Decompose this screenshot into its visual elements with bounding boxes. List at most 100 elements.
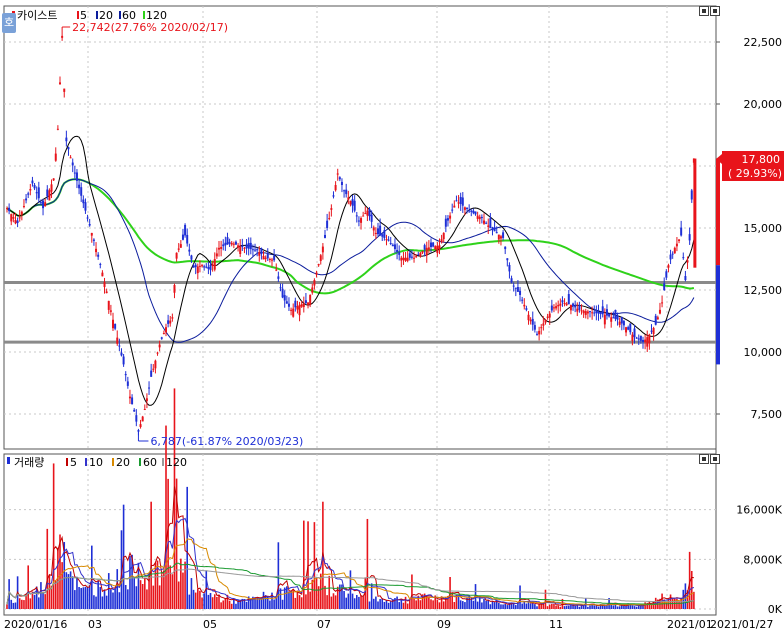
- candle-body: [436, 245, 439, 254]
- candle-body: [294, 300, 297, 308]
- candle-body: [406, 257, 409, 261]
- volume-bar: [375, 596, 377, 609]
- low-annotation: 6,787(-61.87% 2020/03/23): [150, 435, 303, 448]
- volume-bar: [71, 576, 74, 609]
- volume-bar: [574, 605, 576, 609]
- candle-body: [603, 314, 606, 325]
- volume-bar: [144, 577, 146, 609]
- volume-bar: [18, 598, 21, 609]
- volume-bar: [105, 595, 108, 609]
- volume-bar: [213, 594, 216, 609]
- volume-bar: [648, 601, 651, 609]
- candle-body: [249, 242, 252, 250]
- candle-body: [625, 327, 628, 333]
- volume-legend-item: 60: [143, 456, 157, 469]
- volume-bar: [578, 606, 581, 609]
- candle-body: [99, 263, 102, 265]
- volume-bar: [504, 603, 506, 609]
- volume-bar: [635, 606, 638, 609]
- volume-bar: [612, 605, 615, 609]
- candle-body: [474, 211, 477, 215]
- x-axis-label: 03: [88, 618, 102, 631]
- candle-body: [616, 315, 619, 320]
- volume-bar: [118, 592, 121, 609]
- volume-bar: [46, 528, 49, 609]
- volume-legend-item: 10: [89, 456, 103, 469]
- price-minimize-button[interactable]: [699, 6, 709, 16]
- candle-body: [472, 210, 475, 214]
- candle-body: [639, 335, 642, 341]
- candle-body: [544, 319, 547, 323]
- volume-bar: [568, 605, 570, 609]
- candle-body: [567, 294, 570, 305]
- candle-body: [353, 200, 356, 211]
- candle-body: [137, 430, 140, 432]
- candle-body: [512, 285, 515, 287]
- volume-bar: [604, 605, 606, 609]
- candle-body: [171, 317, 174, 319]
- candle-body: [419, 252, 422, 257]
- candle-body: [75, 172, 78, 181]
- chart-svg: 22,50020,00017,50015,00012,50010,0007,50…: [3, 5, 784, 631]
- volume-maximize-button[interactable]: [710, 454, 720, 464]
- candle-body: [264, 257, 267, 259]
- volume-bar: [194, 592, 197, 609]
- candle-body: [315, 272, 318, 275]
- volume-bar: [182, 572, 184, 609]
- volume-bar: [430, 599, 432, 609]
- volume-bar: [25, 596, 27, 609]
- candle-body: [273, 255, 276, 261]
- candle-body: [605, 309, 608, 316]
- candle-body: [14, 220, 17, 224]
- x-axis-label: 2021/01/27: [710, 618, 773, 631]
- candle-body: [654, 315, 657, 325]
- candle-body: [152, 368, 155, 370]
- candle-body: [661, 302, 664, 304]
- volume-bar: [476, 601, 479, 609]
- volume-bar: [385, 600, 388, 609]
- volume-minimize-button[interactable]: [699, 454, 709, 464]
- candle-body: [103, 282, 106, 287]
- volume-bar: [171, 574, 174, 609]
- candle-body: [444, 218, 447, 227]
- volume-bar: [379, 599, 381, 609]
- volume-bar: [548, 604, 551, 609]
- last-change-label: ( 29.93%): [728, 167, 782, 180]
- candle-body: [179, 244, 182, 248]
- candle-body: [209, 264, 212, 271]
- candle-body: [143, 409, 146, 411]
- volume-bar: [260, 598, 263, 609]
- volume-bar: [678, 601, 680, 609]
- candle-body: [211, 264, 214, 266]
- candle-body: [497, 234, 500, 240]
- candle-body: [519, 290, 522, 295]
- candle-body: [317, 263, 320, 266]
- candle-body: [61, 35, 64, 38]
- volume-bar: [146, 589, 148, 609]
- volume-bar: [110, 589, 112, 609]
- candle-body: [167, 320, 170, 324]
- candle-body: [319, 255, 322, 262]
- volume-bar: [642, 606, 644, 609]
- volume-bar: [534, 604, 536, 609]
- volume-bar: [483, 598, 485, 609]
- side-tab[interactable]: 호: [2, 13, 16, 33]
- candle-body: [658, 309, 661, 314]
- candle-body: [245, 244, 248, 249]
- volume-bar: [127, 589, 129, 609]
- candle-body: [232, 243, 235, 245]
- candle-body: [165, 327, 167, 333]
- candle-body: [218, 247, 220, 250]
- price-maximize-button[interactable]: [710, 6, 720, 16]
- volume-bar: [218, 594, 220, 609]
- volume-bar: [220, 602, 222, 609]
- candle-body: [156, 352, 159, 354]
- candle-body: [383, 230, 386, 238]
- candle-body: [309, 294, 312, 305]
- candle-body: [665, 271, 668, 278]
- volume-bar: [366, 518, 369, 609]
- volume-bar: [180, 558, 182, 609]
- candle-body: [122, 356, 125, 365]
- volume-bar: [211, 597, 214, 609]
- candle-body: [266, 253, 269, 259]
